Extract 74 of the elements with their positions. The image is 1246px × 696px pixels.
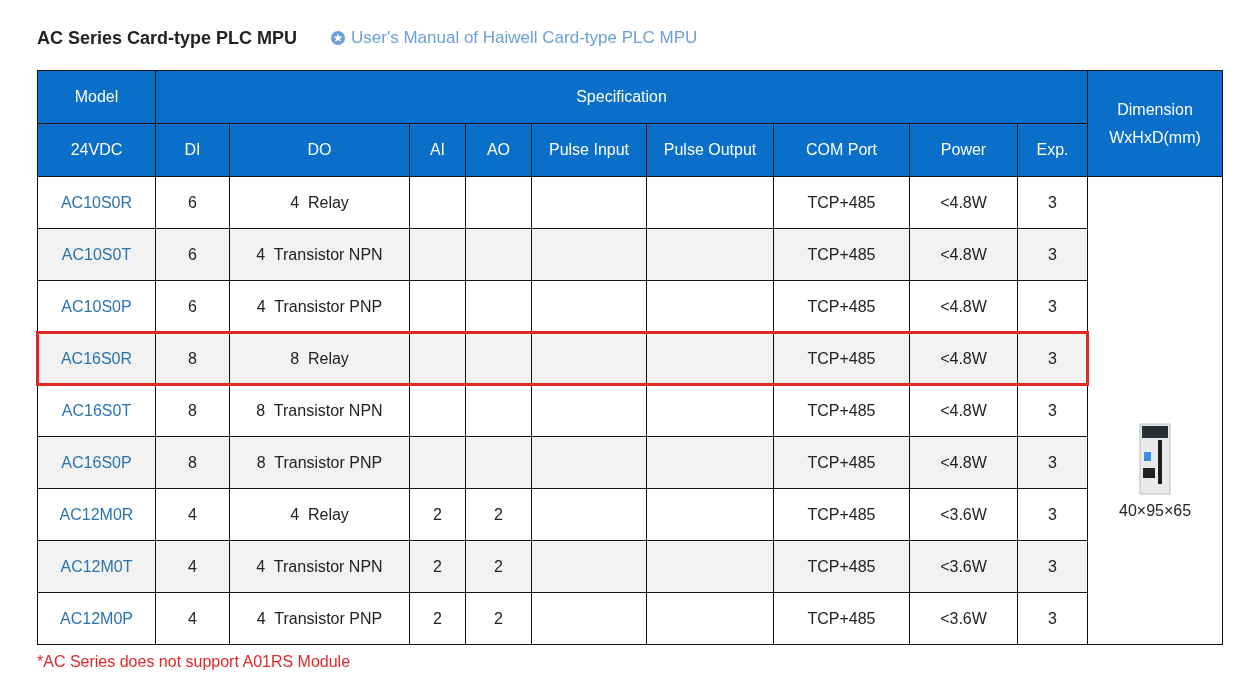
table-cell: 4 Transistor NPN xyxy=(229,228,410,281)
column-header: 24VDC xyxy=(37,123,156,177)
column-header: COM Port xyxy=(773,123,910,177)
manual-link[interactable]: User's Manual of Haiwell Card-type PLC MPU xyxy=(331,28,698,48)
table-cell: 2 xyxy=(409,592,466,645)
table-cell: 2 xyxy=(465,488,532,541)
empty-cell xyxy=(409,384,466,437)
column-header: Pulse Input xyxy=(531,123,647,177)
column-header: Pulse Output xyxy=(646,123,774,177)
table-cell: 3 xyxy=(1017,540,1088,593)
table-cell: 3 xyxy=(1017,228,1088,281)
star-circle-icon xyxy=(331,31,346,45)
table-cell: 3 xyxy=(1017,332,1088,385)
table-cell: TCP+485 xyxy=(773,176,910,229)
model-link[interactable]: AC16S0P xyxy=(37,436,156,489)
table-cell: 2 xyxy=(465,540,532,593)
model-link[interactable]: AC10S0R xyxy=(37,176,156,229)
table-cell: 6 xyxy=(155,176,230,229)
model-link[interactable]: AC12M0T xyxy=(37,540,156,593)
model-link[interactable]: AC10S0P xyxy=(37,280,156,333)
table-cell: TCP+485 xyxy=(773,540,910,593)
table-cell: 6 xyxy=(155,228,230,281)
column-header: DI xyxy=(155,123,230,177)
model-link[interactable]: AC12M0P xyxy=(37,592,156,645)
table-cell: TCP+485 xyxy=(773,384,910,437)
column-header: DO xyxy=(229,123,410,177)
table-cell: <4.8W xyxy=(909,228,1018,281)
table-cell: TCP+485 xyxy=(773,436,910,489)
empty-cell xyxy=(465,176,532,229)
table-cell: 2 xyxy=(409,540,466,593)
table-cell: TCP+485 xyxy=(773,332,910,385)
table-cell: <4.8W xyxy=(909,332,1018,385)
column-header: Exp. xyxy=(1017,123,1088,177)
table-cell: 4 Relay xyxy=(229,488,410,541)
table-cell: 8 xyxy=(155,332,230,385)
column-header: AO xyxy=(465,123,532,177)
table-cell: 4 Transistor PNP xyxy=(229,592,410,645)
table-cell: 4 xyxy=(155,540,230,593)
table-cell: TCP+485 xyxy=(773,228,910,281)
model-link[interactable]: AC16S0R xyxy=(37,332,156,385)
column-header: Specification xyxy=(155,70,1088,124)
table-cell: 3 xyxy=(1017,176,1088,229)
table-cell: 8 xyxy=(155,436,230,489)
table-cell: 8 xyxy=(155,384,230,437)
table-cell: <3.6W xyxy=(909,592,1018,645)
table-cell: <4.8W xyxy=(909,176,1018,229)
column-header: AI xyxy=(409,123,466,177)
table-cell: <3.6W xyxy=(909,540,1018,593)
table-cell: 8 Transistor PNP xyxy=(229,436,410,489)
model-link[interactable]: AC16S0T xyxy=(37,384,156,437)
table-cell: <4.8W xyxy=(909,436,1018,489)
table-cell: <3.6W xyxy=(909,488,1018,541)
column-header: Model xyxy=(37,70,156,124)
dimension-value: 40×95×65 xyxy=(1119,501,1192,520)
empty-cell xyxy=(465,384,532,437)
empty-cell xyxy=(409,176,466,229)
page-title: AC Series Card-type PLC MPU xyxy=(37,27,298,49)
table-cell: 2 xyxy=(409,488,466,541)
model-link[interactable]: AC12M0R xyxy=(37,488,156,541)
table-cell: 8 Transistor NPN xyxy=(229,384,410,437)
table-cell: TCP+485 xyxy=(773,592,910,645)
table-cell: 3 xyxy=(1017,436,1088,489)
column-header: Dimension WxHxD(mm) xyxy=(1087,70,1223,177)
table-cell: <4.8W xyxy=(909,384,1018,437)
table-cell: 4 Transistor NPN xyxy=(229,540,410,593)
footnote: *AC Series does not support A01RS Module xyxy=(37,653,352,671)
table-cell: 4 xyxy=(155,488,230,541)
model-link[interactable]: AC10S0T xyxy=(37,228,156,281)
table-cell: TCP+485 xyxy=(773,488,910,541)
column-header: Power xyxy=(909,123,1018,177)
table-cell: 4 xyxy=(155,592,230,645)
table-cell: 4 Relay xyxy=(229,176,410,229)
table-cell: 2 xyxy=(465,592,532,645)
table-cell: 8 Relay xyxy=(229,332,410,385)
